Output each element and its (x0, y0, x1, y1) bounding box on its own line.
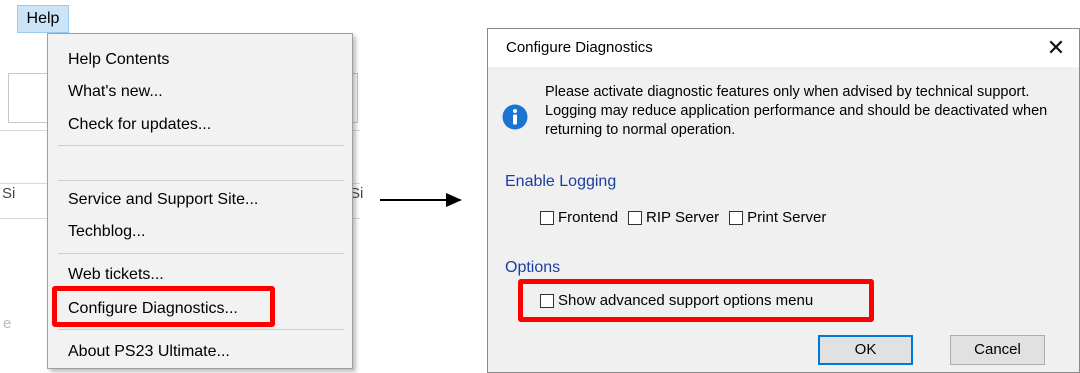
dialog-title: Configure Diagnostics (506, 39, 653, 56)
options-label: Options (505, 259, 561, 276)
menu-item-check-updates[interactable]: Check for updates... (48, 112, 352, 138)
menubar-help[interactable]: Help (17, 5, 69, 33)
menu-item-blank[interactable] (48, 154, 352, 180)
close-icon[interactable]: ✕ (1041, 33, 1071, 63)
background-text-fragment: e (3, 315, 12, 332)
print-server-label: Print Server (747, 209, 827, 226)
menu-item-help-contents[interactable]: Help Contents (48, 47, 352, 73)
ok-button[interactable]: OK (818, 335, 913, 365)
menu-item-about[interactable]: About PS23 Ultimate... (48, 339, 352, 365)
menu-item-techblog[interactable]: Techblog... (48, 219, 352, 245)
checkbox-box[interactable] (628, 210, 643, 225)
menu-separator (58, 253, 344, 254)
menu-item-service-support[interactable]: Service and Support Site... (48, 187, 352, 213)
menu-item-web-tickets[interactable]: Web tickets... (48, 262, 352, 288)
highlight-box-advanced-options (518, 279, 874, 322)
highlight-box-configure-diagnostics (52, 286, 275, 327)
rip-server-label: RIP Server (646, 209, 720, 226)
dialog-titlebar: Configure Diagnostics ✕ (488, 29, 1079, 67)
frontend-checkbox[interactable]: Frontend (540, 209, 618, 226)
checkbox-box[interactable] (540, 210, 554, 225)
info-message: Please activate diagnostic features only… (545, 84, 1048, 138)
background-text-fragment: Si (2, 185, 16, 202)
menu-separator (58, 329, 344, 330)
info-icon (502, 104, 528, 130)
logging-options-row: Frontend RIP Server Print Server (540, 209, 836, 226)
cancel-button[interactable]: Cancel (950, 335, 1045, 365)
enable-logging-label: Enable Logging (505, 173, 617, 190)
menu-separator (58, 145, 344, 146)
menu-separator (58, 180, 344, 181)
menu-item-whats-new[interactable]: What's new... (48, 79, 352, 105)
checkbox-box[interactable] (729, 210, 744, 225)
arrow-right-icon (380, 193, 462, 207)
frontend-label: Frontend (558, 209, 619, 226)
rip-server-checkbox[interactable]: RIP Server (628, 209, 719, 226)
print-server-checkbox[interactable]: Print Server (729, 209, 826, 226)
